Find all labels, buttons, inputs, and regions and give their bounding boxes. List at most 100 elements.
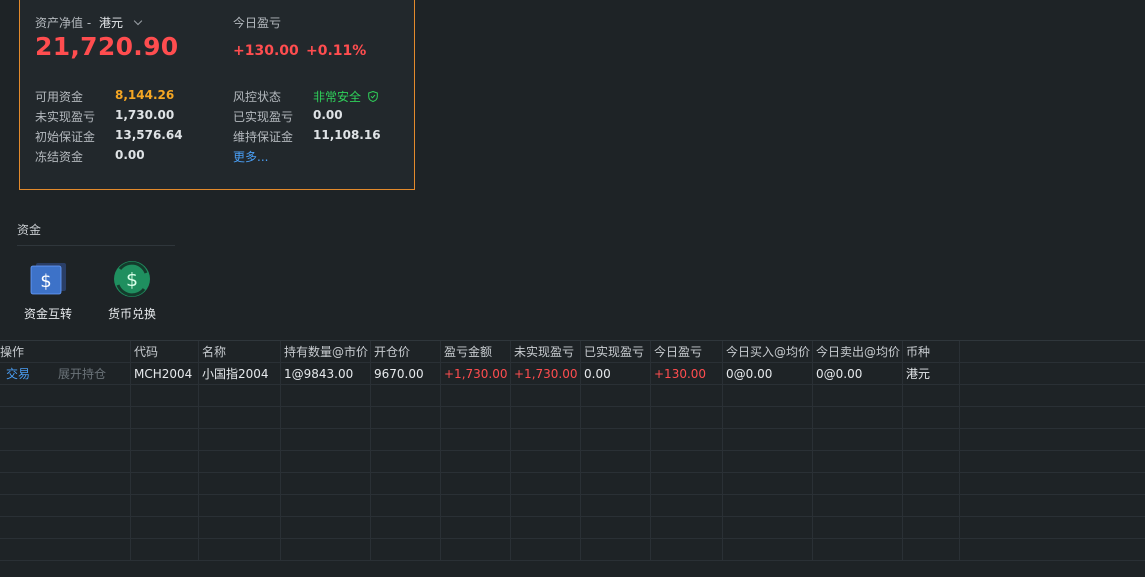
initial-margin-value: 13,576.64 [115, 128, 183, 142]
header-today-sell[interactable]: 今日卖出@均价 [813, 341, 903, 363]
empty-cell [131, 451, 199, 473]
empty-cell [0, 429, 131, 451]
risk-status-value: 非常安全 [313, 90, 362, 104]
empty-cell [651, 429, 723, 451]
empty-cell [441, 429, 511, 451]
empty-cell [371, 429, 441, 451]
realized-pl-value: 0.00 [313, 108, 343, 122]
cell-open-price: 9670.00 [371, 363, 441, 385]
currency-exchange-label: 货币兑换 [107, 307, 156, 321]
empty-cell [903, 429, 960, 451]
empty-cell [511, 407, 581, 429]
header-action: 操作 [0, 341, 131, 363]
chevron-down-icon[interactable] [133, 16, 143, 26]
empty-cell [903, 539, 960, 561]
net-asset-value: 21,720.90 [35, 32, 179, 61]
empty-cell [813, 539, 903, 561]
positions-table: 操作 代码 名称 持有数量@市价 开仓价 盈亏金额 未实现盈亏 已实现盈亏 今日… [0, 340, 1145, 577]
empty-cell [903, 385, 960, 407]
empty-cell [723, 429, 813, 451]
empty-cell [651, 451, 723, 473]
empty-cell [723, 451, 813, 473]
row-actions: 交易 展开持仓 [0, 363, 131, 385]
empty-cell [441, 539, 511, 561]
empty-cell [281, 473, 371, 495]
empty-cell [281, 517, 371, 539]
cell-qty-price: 1@9843.00 [281, 363, 371, 385]
empty-table-row [0, 385, 1145, 407]
table-row[interactable]: 交易 展开持仓 MCH2004 小国指2004 1@9843.00 9670.00… [0, 363, 1145, 385]
header-realized[interactable]: 已实现盈亏 [581, 341, 651, 363]
empty-table-row [0, 539, 1145, 561]
empty-cell [723, 517, 813, 539]
empty-cell [131, 385, 199, 407]
empty-cell [131, 407, 199, 429]
account-summary-card: 资产净值 - 港元 21,720.90 今日盈亏 +130.00 +0.11% … [19, 0, 415, 190]
empty-cell [131, 517, 199, 539]
unrealized-pl-value: 1,730.00 [115, 108, 175, 122]
net-asset-header[interactable]: 资产净值 - 港元 [35, 14, 143, 31]
funds-section-title: 资金 [17, 223, 42, 237]
realized-pl-label: 已实现盈亏 [233, 110, 294, 124]
net-asset-label: 资产净值 - [35, 16, 92, 30]
available-funds-label: 可用资金 [35, 90, 84, 104]
empty-table-row [0, 429, 1145, 451]
header-today-pl[interactable]: 今日盈亏 [651, 341, 723, 363]
header-today-buy[interactable]: 今日买入@均价 [723, 341, 813, 363]
empty-cell [651, 407, 723, 429]
empty-cell [581, 473, 651, 495]
maintenance-margin-label: 维持保证金 [233, 130, 294, 144]
empty-cell [441, 495, 511, 517]
empty-cell [723, 473, 813, 495]
risk-status-label: 风控状态 [233, 90, 282, 104]
empty-cell [581, 451, 651, 473]
empty-cell [371, 407, 441, 429]
empty-cell [813, 407, 903, 429]
currency-selector[interactable]: 港元 [99, 16, 123, 30]
empty-cell [723, 385, 813, 407]
empty-cell [813, 473, 903, 495]
today-pl-amount: +130.00 [233, 43, 299, 59]
initial-margin-label: 初始保证金 [35, 130, 96, 144]
cell-pl-amount: +1,730.00 [441, 363, 511, 385]
unrealized-pl-label: 未实现盈亏 [35, 110, 96, 124]
empty-cell [903, 407, 960, 429]
header-unrealized[interactable]: 未实现盈亏 [511, 341, 581, 363]
empty-table-row [0, 473, 1145, 495]
empty-cell [281, 539, 371, 561]
header-pl-amount[interactable]: 盈亏金额 [441, 341, 511, 363]
empty-cell [903, 517, 960, 539]
empty-cell [441, 451, 511, 473]
cell-code: MCH2004 [131, 363, 199, 385]
empty-cell [903, 473, 960, 495]
header-open-price[interactable]: 开仓价 [371, 341, 441, 363]
empty-cell [581, 495, 651, 517]
empty-cell [0, 407, 131, 429]
empty-cell [199, 517, 281, 539]
empty-cell [813, 385, 903, 407]
currency-exchange-button[interactable]: $ 货币兑换 [92, 259, 172, 322]
empty-cell [813, 517, 903, 539]
empty-cell [581, 407, 651, 429]
empty-cell [0, 517, 131, 539]
cell-today-pl: +130.00 [651, 363, 723, 385]
empty-cell [651, 517, 723, 539]
cell-unrealized: +1,730.00 [511, 363, 581, 385]
cell-today-buy: 0@0.00 [723, 363, 813, 385]
empty-cell [441, 407, 511, 429]
more-link[interactable]: 更多... [233, 148, 268, 165]
empty-cell [199, 473, 281, 495]
header-currency[interactable]: 币种 [903, 341, 960, 363]
empty-cell [511, 517, 581, 539]
empty-cell [813, 495, 903, 517]
empty-cell [131, 539, 199, 561]
empty-cell [0, 451, 131, 473]
fund-transfer-button[interactable]: $ 资金互转 [8, 259, 88, 322]
expand-position-link[interactable]: 展开持仓 [58, 367, 106, 381]
header-qty-price[interactable]: 持有数量@市价 [281, 341, 371, 363]
header-name[interactable]: 名称 [199, 341, 281, 363]
empty-cell [371, 517, 441, 539]
header-code[interactable]: 代码 [131, 341, 199, 363]
empty-cell [281, 407, 371, 429]
trade-link[interactable]: 交易 [6, 367, 30, 381]
